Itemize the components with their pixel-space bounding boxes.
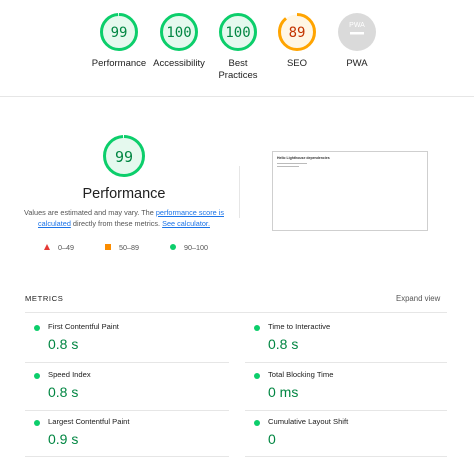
metrics-rule [25,362,229,363]
metrics-rule [25,312,447,313]
legend-range: 90–100 [184,242,208,252]
page-screenshot-thumbnail[interactable]: Hello Lighthouse dependencies [272,151,428,231]
pass-circle-icon [254,325,260,331]
pass-circle-icon [254,420,260,426]
metric-value: 0.8 s [268,336,299,352]
gauge-label-line2: Practices [218,70,258,81]
metric-value: 0.8 s [48,336,79,352]
square-average-icon [105,244,111,250]
screenshot-heading: Hello Lighthouse dependencies [277,156,330,160]
triangle-fail-icon [44,244,50,250]
metric-name: First Contentful Paint [48,322,119,331]
performance-title: Performance [82,186,166,202]
metric-value: 0.9 s [48,431,79,447]
metrics-heading: METRICS [25,294,64,303]
metric-name: Time to Interactive [268,322,331,331]
metrics-rule [245,410,447,411]
metrics-rule [245,362,447,363]
metrics-rule [25,456,229,457]
metric-value: 0 [268,431,276,447]
metric-name: Cumulative Layout Shift [268,417,349,426]
gauge-pwa[interactable]: PWA PWA [312,12,402,70]
legend-pass: 90–100 [170,241,208,253]
metrics-rule [245,456,447,457]
pass-circle-icon [34,373,40,379]
metric-value: 0.8 s [48,384,79,400]
gauge-score: 89 [289,25,306,41]
performance-score: 99 [115,148,133,166]
note-text: Values are estimated and may vary. The [24,208,156,217]
screenshot-text-line [277,166,299,167]
seo-gauge-ring: 89 [278,13,316,51]
metric-value: 0 ms [268,384,299,400]
pass-circle-icon [34,420,40,426]
category-gauges: 99 Performance 100 Accessibility 100 Bes… [0,0,474,96]
gauge-label: PWA [346,58,368,69]
gauge-score: 100 [225,25,250,41]
pass-circle-icon [254,373,260,379]
expand-view-button[interactable]: Expand view [396,294,440,303]
pwa-badge-icon: PWA [338,13,376,51]
see-calculator-link[interactable]: See calculator. [162,219,210,228]
metrics-rule [25,410,229,411]
gauge-score: 100 [166,25,191,41]
metric-name: Total Blocking Time [268,370,334,379]
legend-range: 0–49 [58,242,74,252]
gauge-label-line1: Best [228,58,248,69]
note-text: directly from these metrics. [70,219,163,228]
performance-note: Values are estimated and may vary. The p… [22,207,226,229]
legend-range: 50–89 [119,242,139,252]
circle-pass-icon [170,244,176,250]
legend-fail: 0–49 [44,241,74,253]
performance-gauge-ring: 99 [100,13,138,51]
pwa-badge-text: PWA [349,22,365,29]
header-divider [0,96,474,97]
screenshot-text-line [277,163,307,164]
gauge-score: 99 [111,25,128,41]
metric-name: Speed Index [48,370,91,379]
metric-name: Largest Contentful Paint [48,417,130,426]
performance-score-gauge: 99 [103,135,145,177]
pass-circle-icon [34,325,40,331]
legend-average: 50–89 [105,241,139,253]
section-divider [239,166,240,218]
